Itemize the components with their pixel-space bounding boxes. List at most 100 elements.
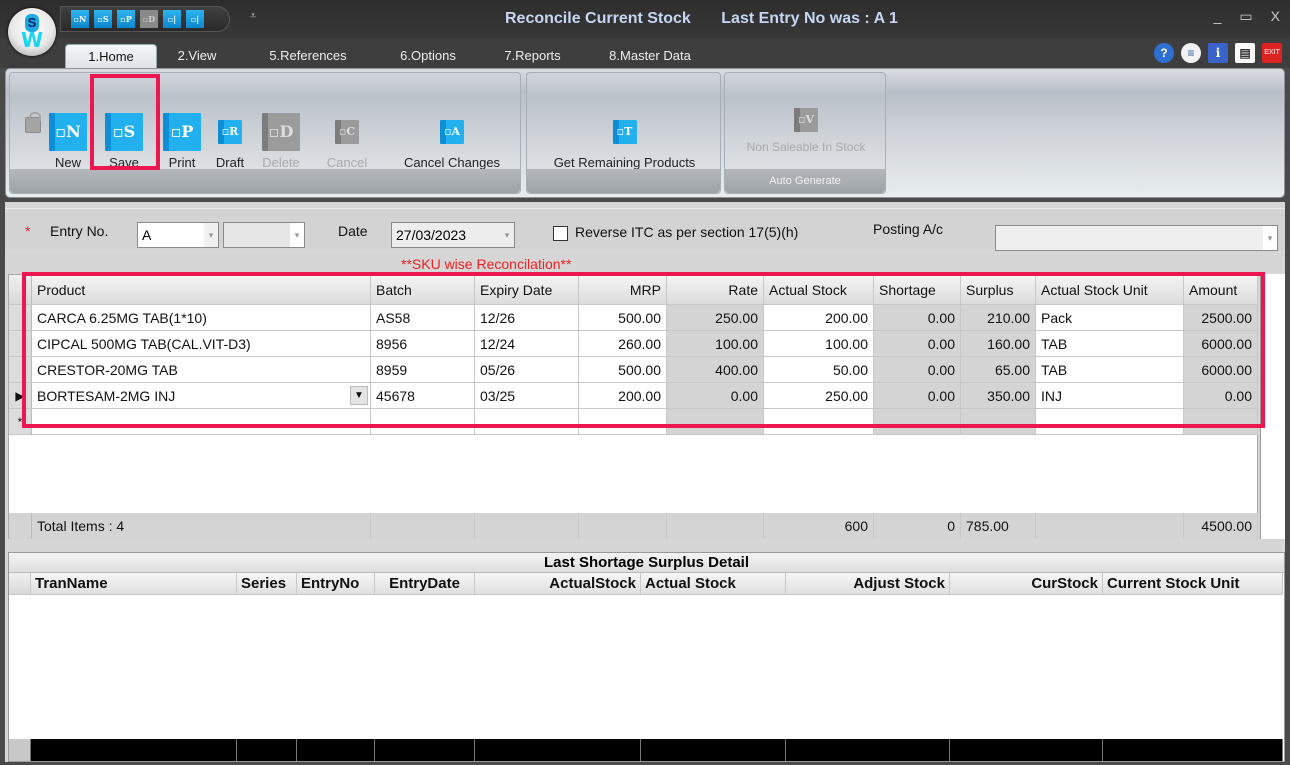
cell-mrp[interactable]: 200.00 xyxy=(579,383,667,409)
tab-references[interactable]: 5.References xyxy=(252,44,364,68)
col-shortage[interactable]: Shortage xyxy=(874,275,961,305)
table-row-current[interactable]: ▶ BORTESAM-2MG INJ ▼ 45678 03/25 200.00 … xyxy=(9,383,1258,409)
col-expiry-date[interactable]: Expiry Date xyxy=(475,275,579,305)
current-row-marker[interactable]: ▶ xyxy=(9,383,32,409)
qat-print-icon[interactable]: ▫P xyxy=(117,10,135,28)
tab-view[interactable]: 2.View xyxy=(162,44,232,68)
col-tranname[interactable]: TranName xyxy=(31,573,237,595)
col-actual-stock-unit[interactable]: Actual Stock Unit xyxy=(1036,275,1184,305)
cell-unit[interactable]: Pack xyxy=(1036,305,1184,331)
cell-product[interactable]: CIPCAL 500MG TAB(CAL.VIT-D3) xyxy=(32,331,371,357)
col-entryno[interactable]: EntryNo xyxy=(297,573,375,595)
cell-unit[interactable]: INJ xyxy=(1036,383,1184,409)
product-dropdown-icon[interactable]: ▼ xyxy=(350,386,368,405)
draft-button[interactable]: ▫R Draft xyxy=(210,113,250,170)
col-series[interactable]: Series xyxy=(237,573,297,595)
cell-batch[interactable]: 8959 xyxy=(371,357,475,383)
cell-batch[interactable]: 45678 xyxy=(371,383,475,409)
cell-actual-stock[interactable]: 200.00 xyxy=(764,305,874,331)
cell-actual-stock[interactable]: 250.00 xyxy=(764,383,874,409)
qat-customize-icon[interactable]: ⩡ xyxy=(250,10,256,23)
col-entrydate[interactable]: EntryDate xyxy=(375,573,475,595)
col-actualstock[interactable]: ActualStock xyxy=(475,573,641,595)
info-icon[interactable]: i xyxy=(1208,43,1228,63)
cell-mrp[interactable] xyxy=(579,409,667,435)
col-product[interactable]: Product xyxy=(32,275,371,305)
cell-actual-stock[interactable] xyxy=(764,409,874,435)
exit-icon[interactable]: EXIT xyxy=(1262,43,1282,63)
tab-reports[interactable]: 7.Reports xyxy=(490,44,575,68)
col-curstock[interactable]: CurStock xyxy=(950,573,1103,595)
cell-batch[interactable] xyxy=(371,409,475,435)
col-batch[interactable]: Batch xyxy=(371,275,475,305)
grid-vertical-scroll-area[interactable] xyxy=(1260,274,1285,539)
table-row[interactable]: CARCA 6.25MG TAB(1*10) AS58 12/26 500.00… xyxy=(9,305,1258,331)
tab-home[interactable]: 1.Home xyxy=(65,44,157,68)
cell-unit[interactable]: TAB xyxy=(1036,357,1184,383)
col-amount[interactable]: Amount xyxy=(1184,275,1258,305)
cell-batch[interactable]: AS58 xyxy=(371,305,475,331)
cell-batch[interactable]: 8956 xyxy=(371,331,475,357)
entry-number-dropdown-icon[interactable]: ▾ xyxy=(290,223,304,247)
row-header[interactable] xyxy=(9,331,32,357)
col-adjust-stock[interactable]: Adjust Stock xyxy=(786,573,950,595)
table-row[interactable]: CIPCAL 500MG TAB(CAL.VIT-D3) 8956 12/24 … xyxy=(9,331,1258,357)
new-row-marker[interactable]: * xyxy=(9,409,32,435)
cancel-changes-button[interactable]: ▫A Cancel Changes xyxy=(392,113,512,170)
cell-unit[interactable]: TAB xyxy=(1036,331,1184,357)
table-row-new[interactable]: * xyxy=(9,409,1258,435)
document-icon[interactable]: ▤ xyxy=(1235,43,1255,63)
cell-mrp[interactable]: 500.00 xyxy=(579,305,667,331)
cell-expiry[interactable]: 03/25 xyxy=(475,383,579,409)
row-header[interactable] xyxy=(9,305,32,331)
entry-number-field[interactable]: ▾ xyxy=(223,222,305,248)
reverse-itc-checkbox[interactable] xyxy=(553,226,568,241)
qat-new-icon[interactable]: ▫N xyxy=(71,10,89,28)
col-actual-stock[interactable]: Actual Stock xyxy=(641,573,786,595)
cell-product[interactable]: BORTESAM-2MG INJ ▼ xyxy=(32,383,371,409)
col-current-stock-unit[interactable]: Current Stock Unit xyxy=(1103,573,1283,595)
date-field[interactable]: 27/03/2023 ▾ xyxy=(391,222,515,248)
col-surplus[interactable]: Surplus xyxy=(961,275,1036,305)
cell-product[interactable] xyxy=(32,409,371,435)
cell-actual-stock[interactable]: 100.00 xyxy=(764,331,874,357)
save-button[interactable]: ▫S Save xyxy=(102,113,146,170)
minimize-button[interactable]: _ xyxy=(1214,8,1222,25)
col-mrp[interactable]: MRP xyxy=(579,275,667,305)
cell-expiry[interactable]: 05/26 xyxy=(475,357,579,383)
get-remaining-products-button[interactable]: ▫T Get Remaining Products xyxy=(532,113,717,170)
grid-corner[interactable] xyxy=(9,275,32,305)
cell-product[interactable]: CRESTOR-20MG TAB xyxy=(32,357,371,383)
close-button[interactable]: X xyxy=(1271,8,1280,25)
cell-mrp[interactable]: 260.00 xyxy=(579,331,667,357)
lock-icon[interactable] xyxy=(25,112,41,133)
qat-last-icon[interactable]: ▫| xyxy=(186,10,204,28)
date-dropdown-icon[interactable]: ▾ xyxy=(500,223,514,247)
col-actual-stock[interactable]: Actual Stock xyxy=(764,275,874,305)
table-row[interactable]: CRESTOR-20MG TAB 8959 05/26 500.00 400.0… xyxy=(9,357,1258,383)
new-button[interactable]: ▫N New xyxy=(48,113,88,170)
cell-expiry[interactable]: 12/26 xyxy=(475,305,579,331)
col-rate[interactable]: Rate xyxy=(667,275,764,305)
maximize-button[interactable]: ▭ xyxy=(1239,8,1252,25)
qat-first-icon[interactable]: ▫| xyxy=(163,10,181,28)
cell-expiry[interactable] xyxy=(475,409,579,435)
entry-series-dropdown-icon[interactable]: ▾ xyxy=(204,223,218,247)
cell-actual-stock[interactable]: 50.00 xyxy=(764,357,874,383)
cell-expiry[interactable]: 12/24 xyxy=(475,331,579,357)
row-header[interactable] xyxy=(9,357,32,383)
cell-unit[interactable] xyxy=(1036,409,1184,435)
lower-grid-corner[interactable] xyxy=(9,573,31,595)
qat-save-icon[interactable]: ▫S xyxy=(94,10,112,28)
calculator-icon[interactable]: ≡ xyxy=(1181,43,1201,63)
print-button[interactable]: ▫P Print xyxy=(162,113,202,170)
posting-ac-dropdown-icon[interactable]: ▾ xyxy=(1263,226,1277,250)
cell-mrp[interactable]: 500.00 xyxy=(579,357,667,383)
posting-ac-select[interactable]: ▾ xyxy=(995,225,1278,251)
cell-product[interactable]: CARCA 6.25MG TAB(1*10) xyxy=(32,305,371,331)
help-icon[interactable]: ? xyxy=(1154,43,1174,63)
tab-master-data[interactable]: 8.Master Data xyxy=(594,44,706,68)
app-logo[interactable]: S W xyxy=(8,8,56,56)
tab-options[interactable]: 6.Options xyxy=(384,44,472,68)
entry-series-field[interactable]: A ▾ xyxy=(137,222,219,248)
